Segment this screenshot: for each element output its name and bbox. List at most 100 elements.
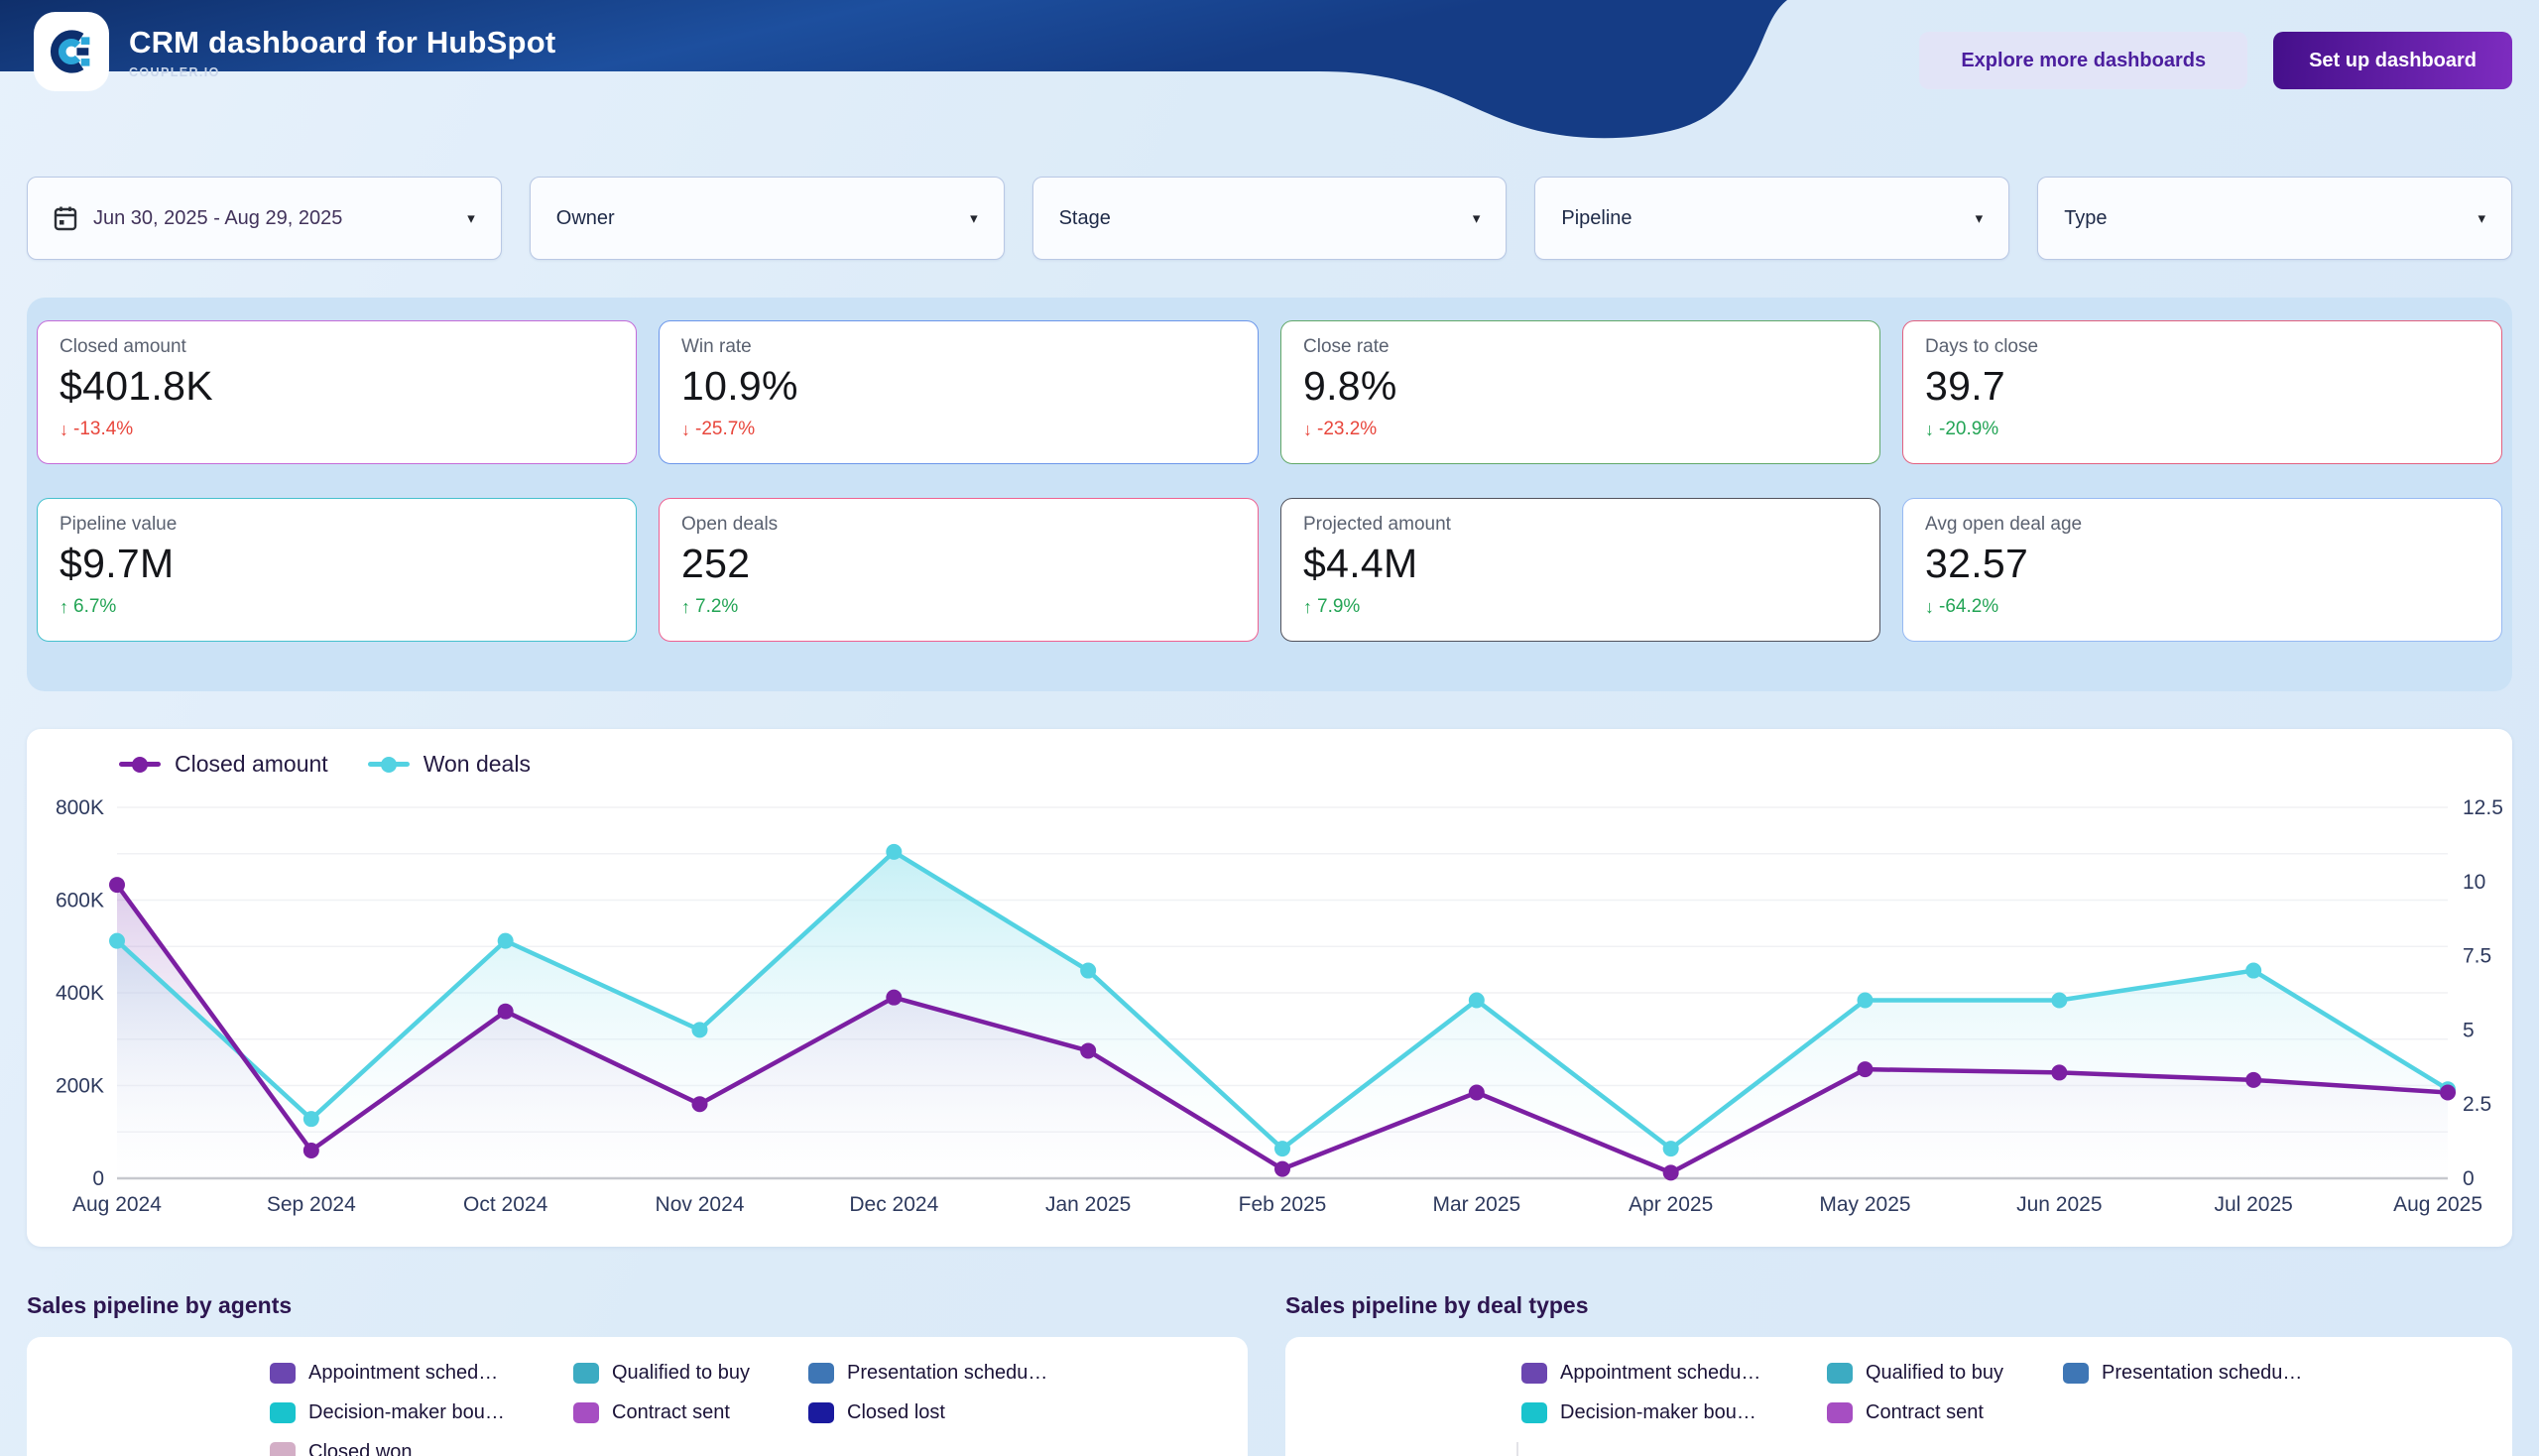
up-arrow-icon: ↑ bbox=[1303, 597, 1312, 618]
kpi-label: Avg open deal age bbox=[1925, 514, 2479, 536]
deal-types-legend: Appointment schedu… Qualified to buy Prese… bbox=[1285, 1337, 2512, 1432]
crm-dashboard-page: { "header": { "title": "CRM dashboard fo… bbox=[0, 0, 2539, 1456]
legend-swatch bbox=[270, 1402, 296, 1423]
legend-item-presentation-schedu-: Presentation schedu… bbox=[808, 1353, 1248, 1393]
legend-label: Presentation schedu… bbox=[2102, 1362, 2302, 1385]
svg-text:600K: 600K bbox=[56, 890, 104, 912]
legend-item-contract-sent: Contract sent bbox=[1827, 1393, 2063, 1432]
svg-text:Oct 2024: Oct 2024 bbox=[463, 1193, 548, 1216]
legend-item-appointment-schedu-: Appointment schedu… bbox=[1521, 1353, 1827, 1393]
legend-swatch bbox=[808, 1363, 834, 1384]
chevron-down-icon: ▾ bbox=[2478, 209, 2485, 227]
svg-text:Jan 2025: Jan 2025 bbox=[1045, 1193, 1131, 1216]
chevron-down-icon: ▾ bbox=[467, 209, 475, 227]
svg-text:Mar 2025: Mar 2025 bbox=[1432, 1193, 1520, 1216]
kpi-value: 10.9% bbox=[681, 363, 1236, 410]
kpi-card-open-deals: Open deals252↑7.2% bbox=[659, 498, 1259, 642]
svg-text:7.5: 7.5 bbox=[2463, 945, 2491, 968]
svg-text:Jul 2025: Jul 2025 bbox=[2214, 1193, 2292, 1216]
legend-item-qualified-to-buy: Qualified to buy bbox=[1827, 1353, 2063, 1393]
kpi-card-days-to-close: Days to close39.7↓-20.9% bbox=[1902, 320, 2502, 464]
legend-label: Closed won bbox=[308, 1441, 413, 1456]
filter-label: Pipeline bbox=[1561, 207, 1959, 230]
kpi-value: 9.8% bbox=[1303, 363, 1858, 410]
svg-text:Aug 2024: Aug 2024 bbox=[72, 1193, 162, 1216]
kpi-label: Open deals bbox=[681, 514, 1236, 536]
legend-item-qualified-to-buy: Qualified to buy bbox=[573, 1353, 808, 1393]
down-arrow-icon: ↓ bbox=[1925, 597, 1934, 618]
legend-item-presentation-schedu-: Presentation schedu… bbox=[2063, 1353, 2512, 1393]
filter-label: Stage bbox=[1059, 207, 1457, 230]
kpi-label: Close rate bbox=[1303, 336, 1858, 358]
date-range-filter[interactable]: Jun 30, 2025 - Aug 29, 2025 ▾ bbox=[27, 177, 502, 260]
svg-text:10: 10 bbox=[2463, 871, 2485, 894]
svg-text:Apr 2025: Apr 2025 bbox=[1629, 1193, 1713, 1216]
svg-text:Dec 2024: Dec 2024 bbox=[849, 1193, 938, 1216]
down-arrow-icon: ↓ bbox=[60, 420, 68, 440]
legend-label: Qualified to buy bbox=[1866, 1362, 2003, 1385]
set-up-dashboard-button[interactable]: Set up dashboard bbox=[2273, 32, 2512, 89]
kpi-value: $401.8K bbox=[60, 363, 614, 410]
line-chart: 0200K400K600K800K02.557.51012.5Aug 2024S… bbox=[27, 729, 2512, 1247]
legend-item-closed-lost: Closed lost bbox=[808, 1393, 1248, 1432]
partial-chart-axis bbox=[1516, 1442, 1518, 1456]
type-filter[interactable]: Type ▾ bbox=[2037, 177, 2512, 260]
kpi-grid: Closed amount$401.8K↓-13.4%Win rate10.9%… bbox=[37, 320, 2502, 642]
down-arrow-icon: ↓ bbox=[1925, 420, 1934, 440]
svg-text:200K: 200K bbox=[56, 1075, 104, 1098]
kpi-delta: ↓-20.9% bbox=[1925, 419, 2479, 440]
kpi-delta: ↑7.2% bbox=[681, 596, 1236, 618]
svg-text:Sep 2024: Sep 2024 bbox=[267, 1193, 356, 1216]
svg-text:800K: 800K bbox=[56, 796, 104, 819]
legend-item-contract-sent: Contract sent bbox=[573, 1393, 808, 1432]
section-title-deal-types: Sales pipeline by deal types bbox=[1285, 1292, 1589, 1319]
brand-subtitle: COUPLER.IO bbox=[129, 65, 555, 79]
legend-swatch bbox=[1827, 1402, 1853, 1423]
kpi-delta: ↓-64.2% bbox=[1925, 596, 2479, 618]
legend-label: Closed lost bbox=[847, 1401, 945, 1424]
kpi-panel: Closed amount$401.8K↓-13.4%Win rate10.9%… bbox=[27, 298, 2512, 691]
kpi-card-projected-amount: Projected amount$4.4M↑7.9% bbox=[1280, 498, 1880, 642]
legend-swatch bbox=[1521, 1402, 1547, 1423]
svg-text:0: 0 bbox=[2463, 1167, 2475, 1190]
svg-text:2.5: 2.5 bbox=[2463, 1093, 2491, 1116]
legend-swatch bbox=[1827, 1363, 1853, 1384]
filter-label: Jun 30, 2025 - Aug 29, 2025 bbox=[93, 207, 451, 230]
svg-text:400K: 400K bbox=[56, 982, 104, 1005]
chevron-down-icon: ▾ bbox=[1473, 209, 1481, 227]
kpi-card-close-rate: Close rate9.8%↓-23.2% bbox=[1280, 320, 1880, 464]
kpi-delta: ↑7.9% bbox=[1303, 596, 1858, 618]
kpi-card-pipeline-value: Pipeline value$9.7M↑6.7% bbox=[37, 498, 637, 642]
kpi-value: 32.57 bbox=[1925, 541, 2479, 587]
svg-text:0: 0 bbox=[92, 1167, 104, 1190]
legend-label: Presentation schedu… bbox=[847, 1362, 1047, 1385]
stage-filter[interactable]: Stage ▾ bbox=[1032, 177, 1508, 260]
kpi-value: 39.7 bbox=[1925, 363, 2479, 410]
owner-filter[interactable]: Owner▾ bbox=[530, 177, 1005, 260]
legend-item-closed-won: Closed won bbox=[270, 1432, 573, 1456]
svg-text:Aug 2025: Aug 2025 bbox=[2393, 1193, 2482, 1216]
explore-more-dashboards-button[interactable]: Explore more dashboards bbox=[1919, 32, 2247, 89]
coupler-logo-icon bbox=[46, 26, 97, 77]
legend-swatch bbox=[573, 1402, 599, 1423]
legend-swatch bbox=[270, 1442, 296, 1456]
page-title: CRM dashboard for HubSpot bbox=[129, 25, 555, 61]
legend-label: Decision-maker bou… bbox=[308, 1401, 505, 1424]
header: CRM dashboard for HubSpot COUPLER.IO bbox=[34, 12, 555, 91]
svg-text:Nov 2024: Nov 2024 bbox=[656, 1193, 745, 1216]
filter-label: Owner bbox=[556, 207, 954, 230]
filter-label: Type bbox=[2064, 207, 2462, 230]
svg-text:Jun 2025: Jun 2025 bbox=[2016, 1193, 2102, 1216]
legend-item-decision-maker-bou-: Decision-maker bou… bbox=[1521, 1393, 1827, 1432]
legend-swatch bbox=[573, 1363, 599, 1384]
kpi-label: Closed amount bbox=[60, 336, 614, 358]
pipeline-filter[interactable]: Pipeline▾ bbox=[1534, 177, 2009, 260]
section-title-agents: Sales pipeline by agents bbox=[27, 1292, 292, 1319]
up-arrow-icon: ↑ bbox=[681, 597, 690, 618]
down-arrow-icon: ↓ bbox=[681, 420, 690, 440]
legend-swatch bbox=[270, 1363, 296, 1384]
legend-label: Qualified to buy bbox=[612, 1362, 750, 1385]
closed-amount-won-deals-chart-card: Closed amountWon deals 0200K400K600K800K… bbox=[27, 729, 2512, 1247]
svg-text:May 2025: May 2025 bbox=[1819, 1193, 1910, 1216]
kpi-label: Win rate bbox=[681, 336, 1236, 358]
